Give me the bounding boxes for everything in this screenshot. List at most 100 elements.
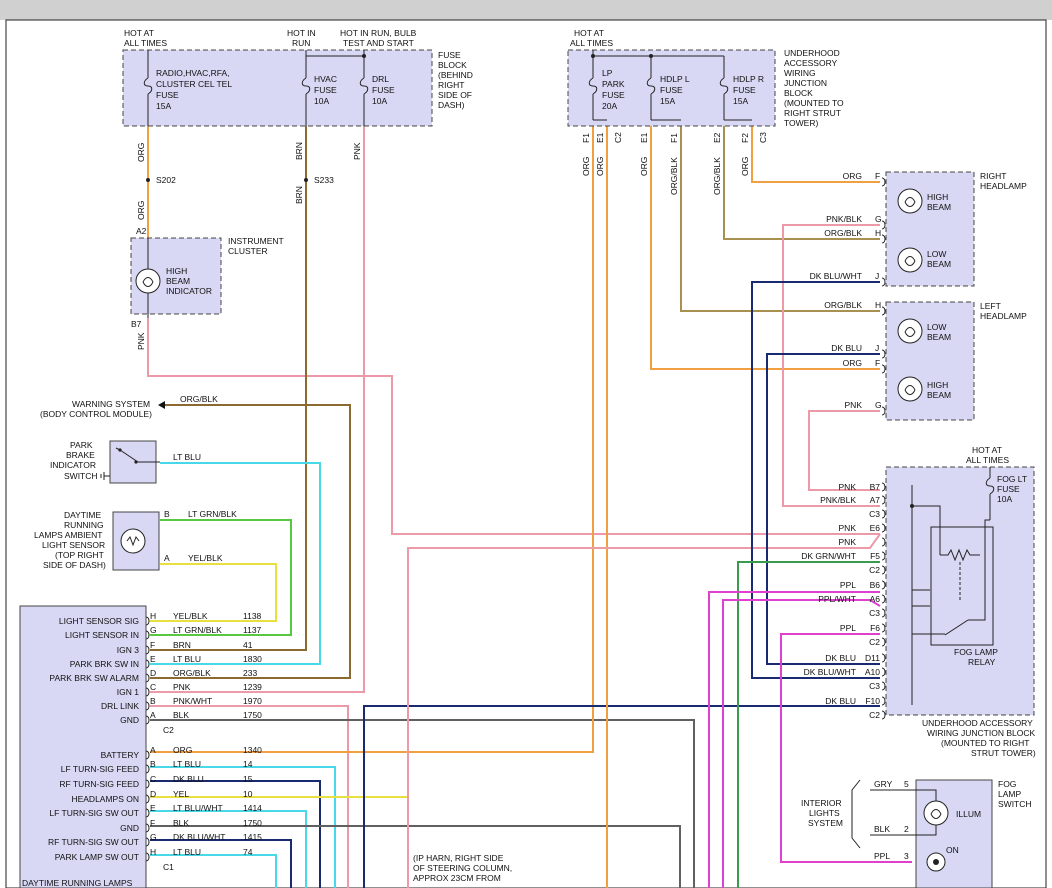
right-high-1: HIGH [927, 192, 948, 202]
drl-row-wire: BRN [173, 640, 191, 650]
hot-label-1: HOT AT [124, 28, 154, 38]
right-low-beam-bulb [897, 247, 923, 273]
fog-block-label-2: WIRING JUNCTION BLOCK [927, 728, 1035, 738]
drl-row-pin: F [150, 818, 155, 828]
drl-row-wire: LT BLU/WHT [173, 803, 223, 813]
left-low-1: LOW [927, 322, 946, 332]
hdlp-l-3: 15A [660, 96, 675, 106]
drl-row-circuit: 1414 [243, 803, 262, 813]
fog-block-box [885, 466, 1035, 716]
fog-pin-connector [881, 681, 886, 691]
rh-pin-id: H [875, 228, 881, 238]
drl-row-pin: C [150, 774, 156, 784]
sensor-pin-b: B [164, 509, 170, 519]
fog-pin-id: C3 [869, 608, 880, 618]
drl-row-pin: A [150, 710, 156, 720]
wire-org-left-f [650, 125, 880, 370]
frame [5, 19, 1047, 888]
hdlp-r-3: 15A [733, 96, 748, 106]
indicator-label-1: HIGH [166, 266, 187, 276]
wiring-diagram: HOT AT ALL TIMES HOT IN RUN HOT IN RUN, … [0, 0, 1052, 888]
fog-pin-connector [881, 667, 886, 677]
interior-bracket [851, 779, 861, 849]
fog-pin-connector [881, 637, 886, 647]
drl-connector-c2: C2 [163, 725, 174, 735]
radio-fuse-3: FUSE [156, 90, 179, 100]
underhood-label-1: UNDERHOOD [784, 48, 840, 58]
fog-pin-id: A7 [870, 495, 881, 505]
fog-pin-wire: DK BLU/WHT [804, 667, 856, 677]
rh-pin-id: G [875, 214, 882, 224]
wire-label-org-1: ORG [136, 143, 146, 162]
fog-pin-id: D11 [865, 653, 880, 663]
indicator-label-3: INDICATOR [166, 286, 212, 296]
fog-pin-wire: DK BLU [825, 653, 856, 663]
fog-pin-wire: DK BLU [825, 696, 856, 706]
drl-row-pin: B [150, 759, 156, 769]
drl-row-wire: LT GRN/BLK [173, 625, 222, 635]
fog-pin-connector [881, 580, 886, 590]
right-high-beam-bulb [897, 188, 923, 214]
drl-row-pin: C [150, 682, 156, 692]
drl-row-circuit: 10 [243, 789, 253, 799]
pin-a2: A2 [136, 226, 147, 236]
wire-brn-hvac [150, 125, 307, 651]
right-headlamp-pins: ORG F PNK/BLK G ORG/BLK H DK BLU/WHT J [810, 171, 886, 287]
fog-pin-id: A10 [865, 667, 880, 677]
left-headlamp: LOW BEAM HIGH BEAM LEFT HEADLAMP [885, 301, 1027, 421]
fog-pin-wire: PNK/BLK [820, 495, 856, 505]
fog-switch-label-1: FOG [998, 779, 1016, 789]
sensor-label-6: SIDE OF DASH) [43, 560, 106, 570]
wire-label-pnk-1: PNK [352, 142, 362, 160]
radio-fuse-4: 15A [156, 101, 171, 111]
drl-connector-c1: C1 [163, 862, 174, 872]
drl-row-label: IGN 3 [117, 645, 139, 655]
right-low-2: BEAM [927, 259, 951, 269]
wire-pnkblk-right-g [782, 224, 880, 507]
fog-pin-id: E6 [870, 523, 881, 533]
fog-fuse-2: FUSE [997, 484, 1020, 494]
drl-row-wire: BLK [173, 818, 189, 828]
drl-row-wire: ORG [173, 745, 192, 755]
lh-pin-id: G [875, 400, 882, 410]
drl-row-pin: D [150, 668, 156, 678]
fog-pin-wire: PNK [839, 482, 857, 492]
rh-pin-wire: ORG/BLK [824, 228, 862, 238]
fog-pin-id: C3 [869, 681, 880, 691]
sensor-pin-a: A [164, 553, 170, 563]
fog-pin-connector [881, 537, 886, 547]
wire-pnk-left-g [808, 410, 880, 491]
warning-arrow-icon [158, 401, 165, 409]
hot-run-bulb-1: HOT IN RUN, BULB [340, 28, 417, 38]
fog-pin-connector [881, 710, 886, 720]
fog-fuse-1: FOG LT [997, 474, 1027, 484]
right-low-1: LOW [927, 249, 946, 259]
fog-pin-connector [881, 551, 886, 561]
drl-row-label: GND [120, 715, 139, 725]
underhood-hot-1: HOT AT [574, 28, 604, 38]
fog-relay-label-1: FOG LAMP [954, 647, 998, 657]
drl-row-pin: E [150, 803, 156, 813]
lh-pin-connector [881, 306, 886, 316]
wire-ppl-b6 [708, 591, 880, 888]
wire-label-brn-2: BRN [294, 186, 304, 204]
hvac-fuse-2: FUSE [314, 85, 337, 95]
switch-pin-wire: BLK [874, 824, 890, 834]
drl-row-wire: ORG/BLK [173, 668, 211, 678]
uh-pin-e1b: E1 [639, 132, 649, 143]
warning-system: WARNING SYSTEM (BODY CONTROL MODULE) ORG… [40, 394, 218, 419]
fog-pin-id: F5 [870, 551, 880, 561]
sensor-label-3: LAMPS AMBIENT [34, 530, 103, 540]
sensor-label-4: LIGHT SENSOR [42, 540, 105, 550]
fog-block-label-3: (MOUNTED TO RIGHT [941, 738, 1029, 748]
ip-note-1: (IP HARN, RIGHT SIDE [413, 853, 504, 863]
lh-pin-wire: DK BLU [831, 343, 862, 353]
illum-label: ILLUM [956, 809, 981, 819]
wire-pnk-cluster [147, 318, 880, 535]
drl-row-label: DRL LINK [101, 701, 139, 711]
sensor-label-1: DAYTIME [64, 510, 101, 520]
underhood-label-6: (MOUNTED TO [784, 98, 844, 108]
lh-pin-wire: ORG [843, 358, 862, 368]
lh-pin-wire: ORG/BLK [824, 300, 862, 310]
warning-wire-label: ORG/BLK [180, 394, 218, 404]
